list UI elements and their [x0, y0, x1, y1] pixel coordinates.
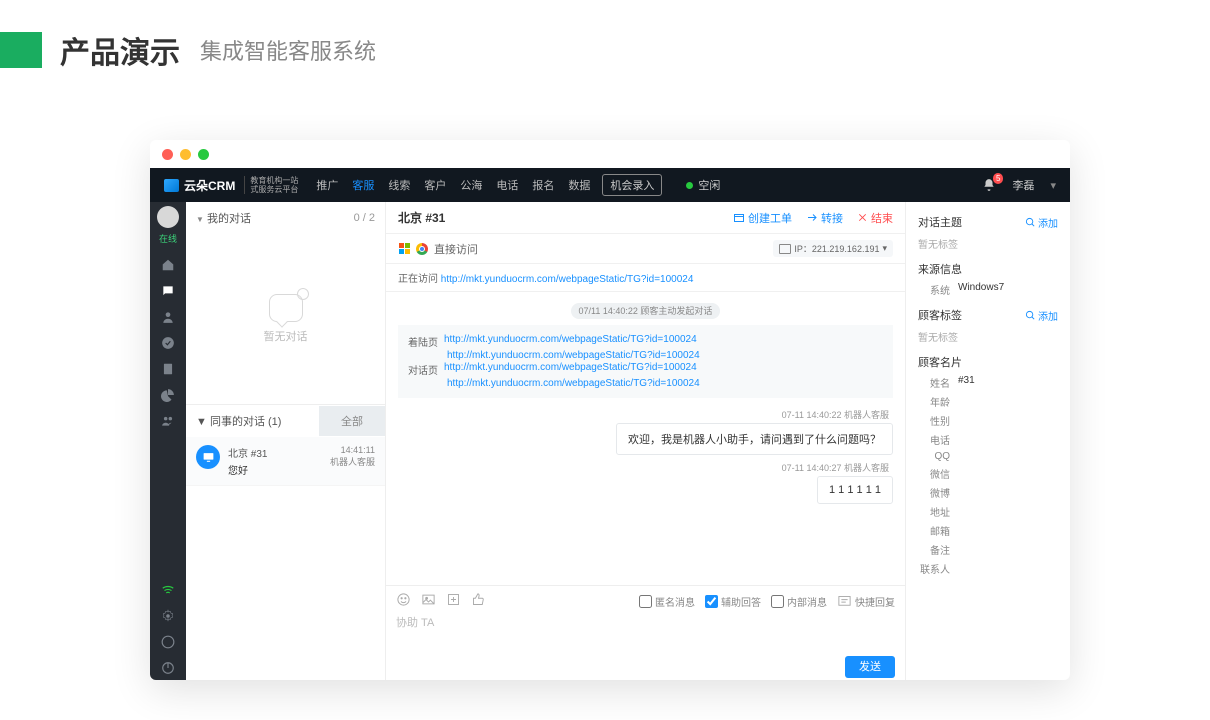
slide-header: 产品演示 集成智能客服系统 [0, 0, 1210, 100]
power-icon[interactable] [150, 656, 186, 680]
attach-icon[interactable] [446, 592, 461, 610]
conversation-item[interactable]: 北京 #31 您好 14:41:11 机器人客服 [186, 437, 385, 486]
nav-customers[interactable]: 客户 [424, 177, 446, 193]
nav-items: 推广 客服 线索 客户 公海 电话 报名 数据 [316, 177, 590, 193]
nav-leads[interactable]: 线索 [388, 177, 410, 193]
wifi-icon[interactable] [150, 578, 186, 602]
anon-checkbox[interactable]: 匿名消息 [639, 594, 695, 609]
image-icon[interactable] [421, 592, 436, 610]
logo-sub: 教育机构一站式服务云平台 [244, 176, 298, 194]
status-idle[interactable]: 空闲 [686, 177, 720, 193]
message-input[interactable]: 协助 TA [396, 614, 895, 658]
detail-column: 对话主题 添加 暂无标签 来源信息 系统Windows7 顾客标签 添加 暂无标… [906, 202, 1070, 680]
record-opportunity-button[interactable]: 机会录入 [602, 174, 662, 196]
slide-subtitle: 集成智能客服系统 [200, 34, 376, 66]
conversations-column: ▼ 我的对话 0 / 2 暂无对话 ▼ 同事的对话 (1) 全部 北京 #31 … [186, 202, 386, 680]
logo-icon [164, 179, 179, 192]
nav-promo[interactable]: 推广 [316, 177, 338, 193]
page-info-card: 着陆页http://mkt.yunduocrm.com/webpageStati… [398, 325, 893, 398]
transfer-button[interactable]: 转接 [806, 210, 843, 226]
assist-checkbox[interactable]: 辅助回答 [705, 594, 761, 609]
add-tag-button[interactable]: 添加 [1025, 308, 1058, 323]
my-convs-title: 我的对话 [207, 213, 251, 225]
emoji-icon[interactable] [396, 592, 411, 610]
nav-phone[interactable]: 电话 [496, 177, 518, 193]
current-user[interactable]: 李磊 [1012, 177, 1034, 193]
top-nav: 云朵CRM 教育机构一站式服务云平台 推广 客服 线索 客户 公海 电话 报名 … [150, 168, 1070, 202]
windows-icon [398, 243, 410, 255]
system-pill: 07/11 14:40:22 顾客主动发起对话 [571, 303, 721, 319]
self-status: 在线 [159, 232, 177, 245]
user-menu-chevron-icon[interactable]: ▾ [1050, 179, 1056, 192]
tab-all[interactable]: 全部 [319, 406, 385, 436]
check-icon[interactable] [150, 331, 186, 355]
nav-signup[interactable]: 报名 [532, 177, 554, 193]
internal-checkbox[interactable]: 内部消息 [771, 594, 827, 609]
team-icon[interactable] [150, 409, 186, 433]
empty-state: 暂无对话 [186, 234, 385, 404]
bot-message-1: 欢迎，我是机器人小助手，请问遇到了什么问题吗？ [616, 423, 893, 455]
end-button[interactable]: 结束 [857, 210, 893, 226]
max-dot[interactable] [198, 149, 209, 160]
bot-message-2: 1 1 1 1 1 1 [817, 476, 893, 504]
chat-icon[interactable] [150, 279, 186, 303]
help-icon[interactable] [150, 630, 186, 654]
chrome-icon [416, 243, 428, 255]
msg1-ts: 07-11 14:40:22 机器人客服 [402, 408, 889, 421]
logo[interactable]: 云朵CRM 教育机构一站式服务云平台 [164, 176, 298, 194]
thumbs-up-icon[interactable] [471, 592, 486, 610]
user-icon[interactable] [150, 305, 186, 329]
nav-service[interactable]: 客服 [352, 177, 374, 193]
self-avatar[interactable] [157, 206, 179, 228]
quick-reply-button[interactable]: 快捷回复 [837, 594, 895, 609]
doc-icon[interactable] [150, 357, 186, 381]
mac-titlebar [150, 140, 1070, 168]
min-dot[interactable] [180, 149, 191, 160]
status-dot-icon [686, 182, 693, 189]
nav-pool[interactable]: 公海 [460, 177, 482, 193]
logo-text: 云朵CRM [184, 177, 235, 194]
create-ticket-button[interactable]: 创建工单 [733, 210, 792, 226]
compose-area: 匿名消息 辅助回答 内部消息 快捷回复 协助 TA 发送 [386, 585, 905, 680]
pie-icon[interactable] [150, 383, 186, 407]
add-topic-button[interactable]: 添加 [1025, 215, 1058, 230]
close-dot[interactable] [162, 149, 173, 160]
chat-column: 北京 #31 创建工单 转接 结束 直接访问 IP：221.219.162.19… [386, 202, 906, 680]
chat-title: 北京 #31 [398, 209, 445, 226]
my-convs-count: 0 / 2 [354, 212, 375, 224]
msg2-ts: 07-11 14:40:27 机器人客服 [402, 461, 889, 474]
app-window: 云朵CRM 教育机构一站式服务云平台 推广 客服 线索 客户 公海 电话 报名 … [150, 140, 1070, 680]
icon-sidebar: 在线 [150, 202, 186, 680]
slide-title: 产品演示 [60, 28, 180, 72]
send-button[interactable]: 发送 [845, 656, 895, 678]
gear-icon[interactable] [150, 604, 186, 628]
accent-block [0, 32, 42, 68]
visit-type: 直接访问 [434, 241, 478, 257]
visiting-url[interactable]: http://mkt.yunduocrm.com/webpageStatic/T… [441, 274, 694, 285]
topic-title: 对话主题 [918, 214, 962, 230]
monitor-icon [196, 445, 220, 469]
peer-convs-title: 同事的对话 (1) [210, 416, 282, 428]
home-icon[interactable] [150, 253, 186, 277]
nav-data[interactable]: 数据 [568, 177, 590, 193]
ip-chip: IP：221.219.162.191 ▾ [773, 240, 893, 257]
notification-badge: 5 [993, 173, 1003, 184]
bell-icon[interactable]: 5 [982, 178, 996, 192]
